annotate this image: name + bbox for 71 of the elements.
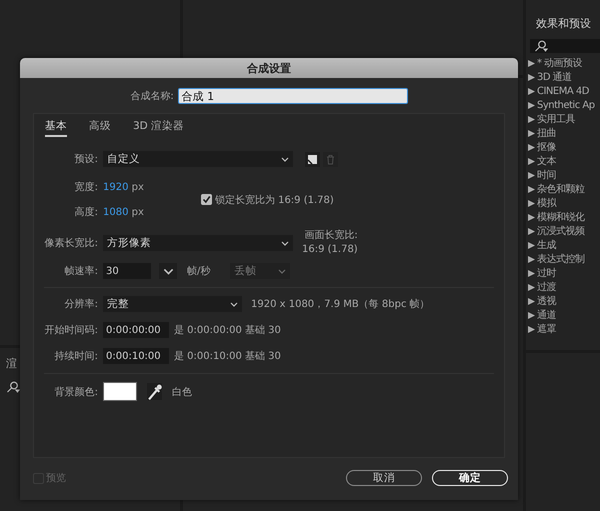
unit-label: 帧/秒 [187,264,210,278]
field-label: 背景颜色: [54,386,98,398]
frame-aspect-value: 16:9 (1.78) [302,243,358,257]
frame-rate-field[interactable]: 30 [103,263,151,279]
timecode-info: 是 0:00:00:00 基础 30 [174,324,281,337]
effect-category-item[interactable]: 表达式控制 [528,252,600,266]
effect-category-item[interactable]: 过渡 [528,280,600,294]
duration-field[interactable]: 0:00:10:00 [103,348,169,364]
save-preset-button[interactable] [305,152,320,166]
trash-icon [325,154,336,164]
effect-category-item[interactable]: 文本 [528,154,600,168]
dimension-value[interactable]: 1920 px [103,182,144,192]
effect-category-item[interactable]: 透视 [528,294,600,308]
caret-icon [281,156,289,162]
ok-button[interactable]: 确定 [432,470,508,486]
effect-category-item[interactable]: 扭曲 [528,126,600,140]
eyedropper-icon [147,382,162,400]
search-icon [6,381,20,393]
field-label: 像素长宽比: [44,236,98,250]
frame-rate-dropdown[interactable] [159,263,177,279]
effect-category-item[interactable]: 沉浸式视频 [528,224,600,238]
eyedropper-button[interactable] [147,383,162,400]
effect-category-item[interactable]: Synthetic Ap [528,98,600,112]
effect-category-item[interactable]: 模糊和锐化 [528,210,600,224]
dialog-title: 合成设置 [20,58,518,78]
effect-category-item[interactable]: 3D 通道 [528,70,600,84]
color-name: 白色 [172,386,192,398]
resolution-dropdown[interactable]: 完整 [103,296,242,312]
dimension-value[interactable]: 1080 px [103,206,144,218]
checkbox-label: 预览 [46,472,66,485]
page-icon [307,154,318,164]
name-input-field[interactable]: 合成 1 [178,88,408,104]
checkmark-icon [202,195,211,204]
field-label: 预设: [74,153,98,166]
timecode-info: 是 0:00:10:00 基础 30 [174,350,281,363]
field-label: 开始时间码: [44,324,98,337]
panel-title: 效果和预设 [535,16,592,32]
tab[interactable]: 基本 [45,119,67,137]
checkbox[interactable] [200,194,212,205]
field-label: 合成名称: [130,90,174,103]
effect-category-item[interactable]: 抠像 [528,140,600,154]
tab[interactable]: 3D 渲染器 [133,119,184,137]
field-label: 宽度: [74,180,98,194]
effect-category-item[interactable]: 遮罩 [528,322,600,336]
tab[interactable]: 高级 [89,119,111,137]
effect-category-item[interactable]: * 动画预设 [528,56,600,70]
field-label: 帧速率: [64,264,98,278]
start-timecode-field[interactable]: 0:00:00:00 [103,322,169,338]
caret-icon [230,302,238,306]
caret-icon [278,268,286,274]
field-label: 持续时间: [54,350,98,363]
search-icon [534,40,548,52]
color-swatch[interactable] [103,382,137,401]
resolution-info: 1920 x 1080，7.9 MB（每 8bpc 帧） [251,298,430,311]
preset-dropdown[interactable]: 自定义 [103,151,293,167]
effect-category-item[interactable]: 杂色和颗粒 [528,182,600,196]
effect-category-item[interactable]: 通道 [528,308,600,322]
effect-category-item[interactable]: 时间 [528,168,600,182]
field-label: 高度: [74,206,98,219]
checkbox-label: 锁定长宽比为 16:9 (1.78) [214,194,334,206]
caret-icon [281,240,289,246]
effect-category-item[interactable]: CINEMA 4D [528,84,600,98]
effect-category-item[interactable]: 过时 [528,266,600,280]
cancel-button[interactable]: 取消 [346,470,422,486]
effect-category-item[interactable]: 模拟 [528,196,600,210]
search-field[interactable] [530,39,600,53]
effect-category-item[interactable]: 实用工具 [528,112,600,126]
field-label: 画面长宽比: [303,229,358,243]
pixel-aspect-dropdown[interactable]: 方形像素 [103,235,293,251]
effect-category-item[interactable]: 生成 [528,238,600,252]
field-label: 分辨率: [64,298,98,311]
